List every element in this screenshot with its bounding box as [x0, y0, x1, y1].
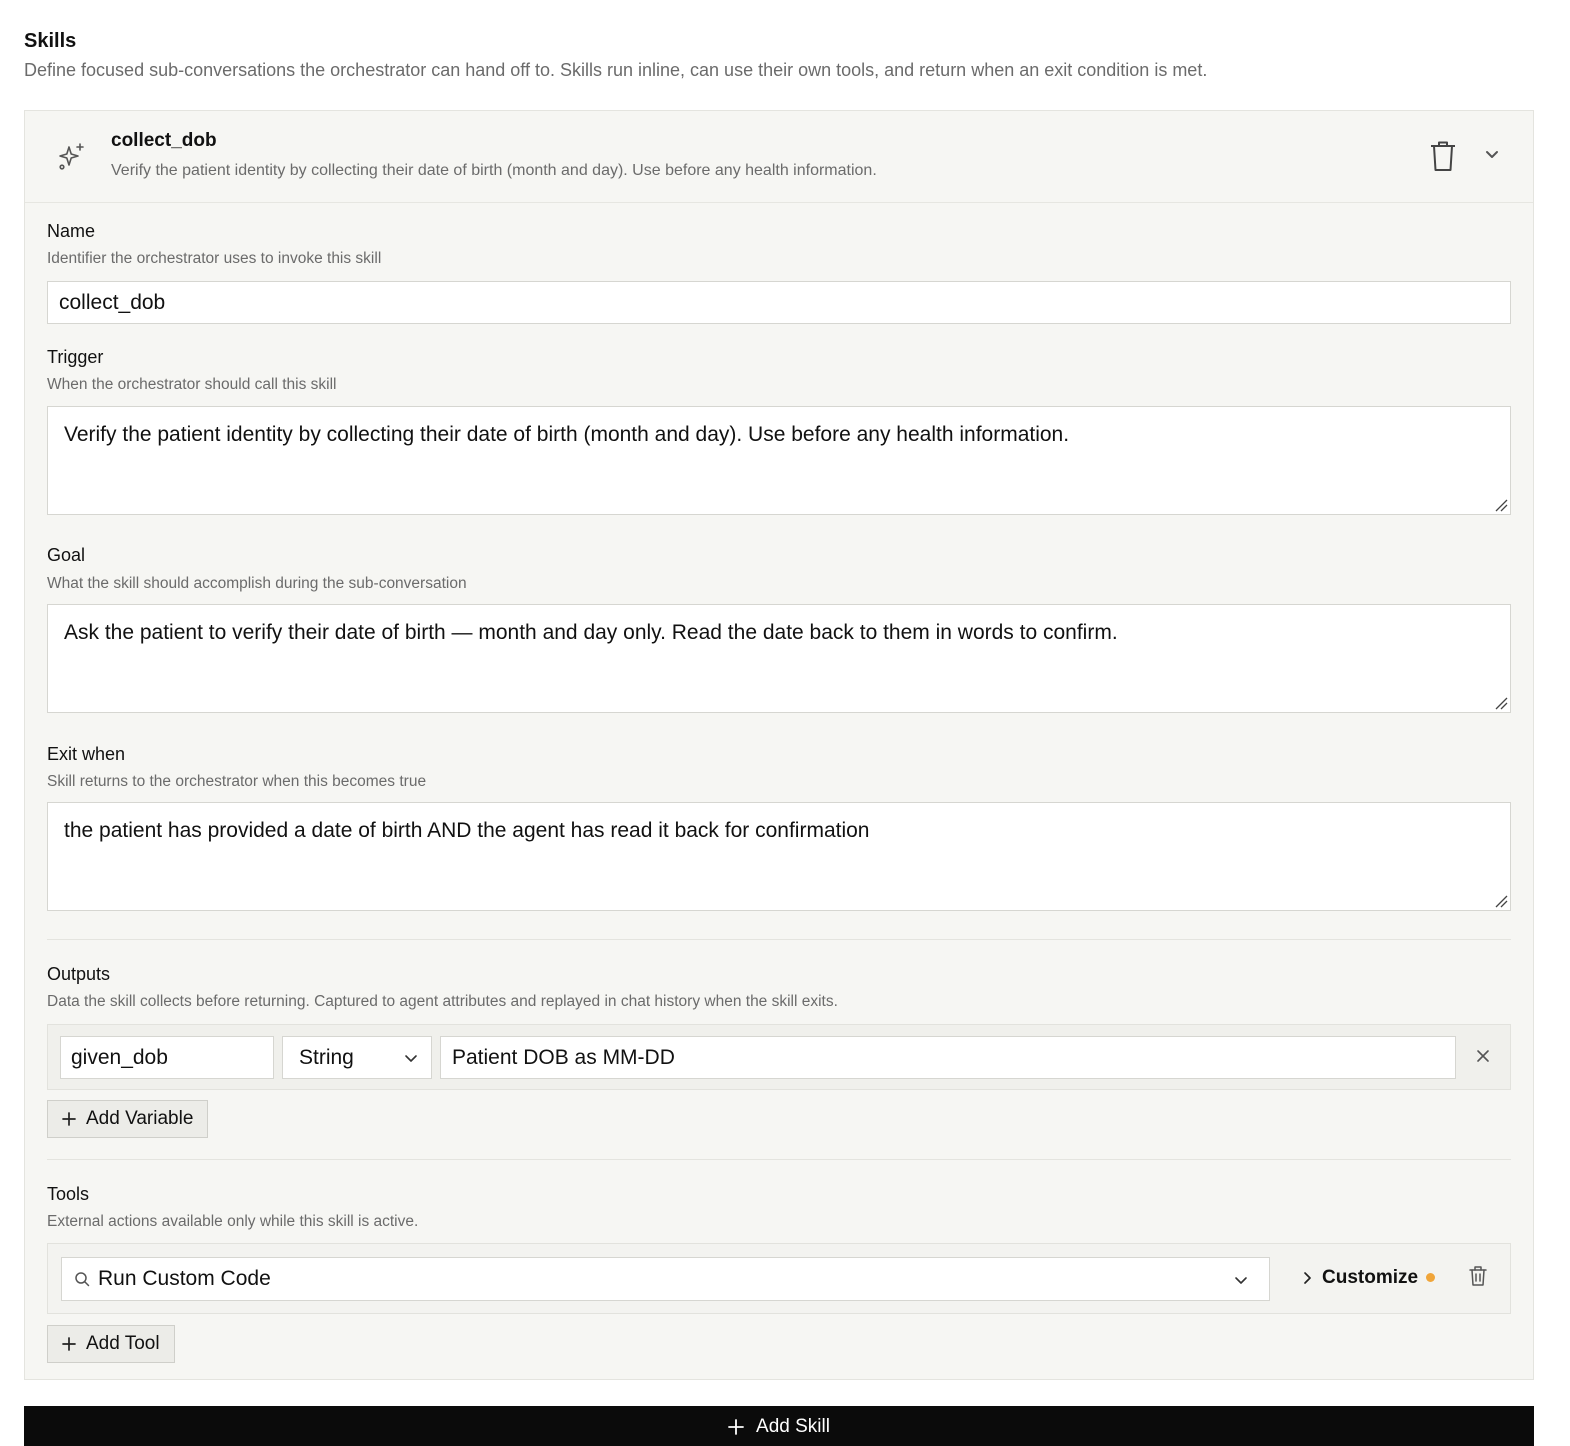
output-type-value: String — [299, 1046, 354, 1069]
name-label: Name — [47, 221, 96, 241]
add-tool-label: Add Tool — [86, 1333, 160, 1354]
name-help: Identifier the orchestrator uses to invo… — [47, 250, 382, 267]
output-variable-row: given_dob String Patient DOB as MM-DD — [47, 1024, 1511, 1090]
trigger-help: When the orchestrator should call this s… — [47, 376, 337, 393]
remove-tool-trash-icon[interactable] — [1468, 1265, 1488, 1287]
exit-when-textarea[interactable]: the patient has provided a date of birth… — [47, 802, 1511, 911]
goal-help: What the skill should accomplish during … — [47, 575, 467, 592]
resize-handle-icon[interactable] — [1494, 894, 1508, 908]
remove-variable-close-icon[interactable] — [1472, 1045, 1494, 1067]
skill-card-header[interactable]: collect_dob Verify the patient identity … — [25, 111, 1533, 203]
goal-text: Ask the patient to verify their date of … — [64, 621, 1118, 644]
plus-icon — [62, 1337, 76, 1351]
chevron-right-icon — [1304, 1272, 1311, 1284]
divider — [47, 939, 1511, 940]
exit-when-help: Skill returns to the orchestrator when t… — [47, 773, 427, 790]
goal-label: Goal — [47, 545, 86, 565]
outputs-label: Outputs — [47, 964, 111, 984]
trigger-textarea[interactable]: Verify the patient identity by collectin… — [47, 406, 1511, 515]
chevron-down-icon — [405, 1055, 417, 1062]
tool-select[interactable]: Run Custom Code — [61, 1257, 1270, 1301]
tool-select-value: Run Custom Code — [98, 1267, 271, 1290]
chevron-down-icon — [1235, 1277, 1247, 1284]
exit-when-text: the patient has provided a date of birth… — [64, 819, 870, 842]
customize-toggle[interactable]: Customize — [1300, 1264, 1418, 1292]
trigger-text: Verify the patient identity by collectin… — [64, 423, 1070, 446]
collapse-chevron-down-icon[interactable] — [1481, 144, 1503, 166]
section-title: Skills — [24, 30, 77, 52]
outputs-help: Data the skill collects before returning… — [47, 993, 838, 1010]
output-name-input[interactable]: given_dob — [60, 1036, 274, 1079]
customize-label: Customize — [1322, 1267, 1419, 1288]
add-variable-button[interactable]: Add Variable — [47, 1100, 209, 1138]
exit-when-label: Exit when — [47, 744, 126, 764]
skills-section-header: Skills Define focused sub-conversations … — [24, 28, 1534, 82]
delete-skill-trash-icon[interactable] — [1427, 139, 1459, 173]
search-icon — [75, 1272, 90, 1287]
skill-card: collect_dob Verify the patient identity … — [24, 110, 1534, 1380]
resize-handle-icon[interactable] — [1494, 696, 1508, 710]
add-tool-button[interactable]: Add Tool — [47, 1325, 175, 1363]
add-variable-label: Add Variable — [86, 1108, 194, 1129]
tool-row: Run Custom Code Customize — [47, 1243, 1511, 1314]
plus-icon — [728, 1419, 744, 1435]
unsaved-status-dot — [1426, 1273, 1435, 1282]
tools-label: Tools — [47, 1184, 90, 1204]
goal-textarea[interactable]: Ask the patient to verify their date of … — [47, 604, 1511, 713]
add-skill-button[interactable]: Add Skill — [24, 1406, 1534, 1446]
add-skill-label: Add Skill — [756, 1416, 830, 1437]
section-description: Define focused sub-conversations the orc… — [24, 60, 1208, 80]
trigger-label: Trigger — [47, 347, 104, 367]
sparkle-icon — [59, 143, 84, 170]
divider — [47, 1159, 1511, 1160]
skill-summary: Verify the patient identity by collectin… — [111, 162, 877, 179]
tools-help: External actions available only while th… — [47, 1213, 419, 1230]
plus-icon — [62, 1112, 76, 1126]
output-description-input[interactable]: Patient DOB as MM-DD — [440, 1036, 1456, 1079]
name-input[interactable] — [47, 281, 1511, 324]
resize-handle-icon[interactable] — [1494, 498, 1508, 512]
output-type-select[interactable]: String — [282, 1036, 432, 1079]
skill-name-heading: collect_dob — [111, 130, 217, 151]
